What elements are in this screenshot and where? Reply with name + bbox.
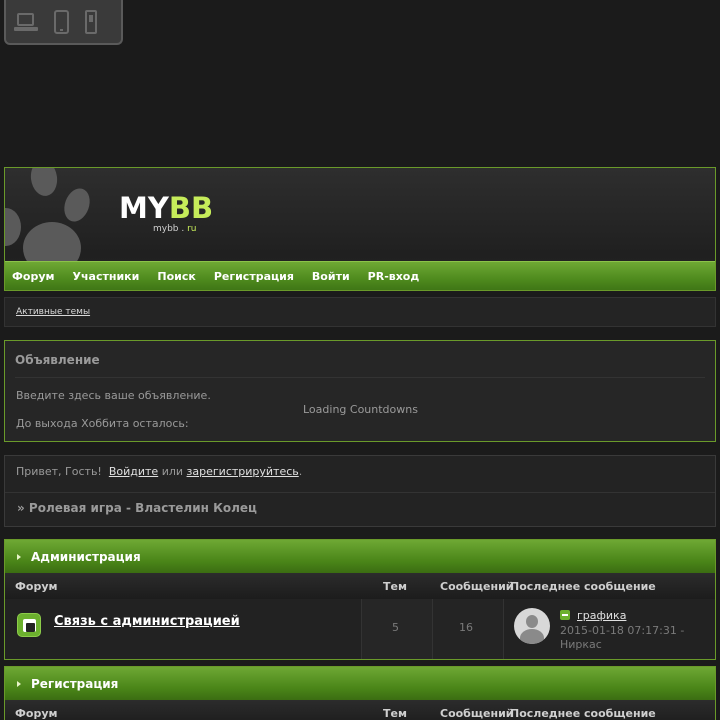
countdown-loading-text: Loading Countdowns <box>303 403 418 416</box>
countdown-label: До выхода Хоббита осталось: <box>16 417 189 430</box>
paw-print-logo-icon <box>5 168 115 261</box>
breadcrumb[interactable]: » Ролевая игра - Властелин Колец <box>17 501 257 515</box>
nav-forum[interactable]: Форум <box>12 270 55 283</box>
welcome-box: Привет, Гость! Войдите или зарегистрируй… <box>4 455 716 527</box>
posts-count: 16 <box>459 621 473 634</box>
nav-pr-login[interactable]: PR-вход <box>368 270 420 283</box>
nav-search[interactable]: Поиск <box>157 270 195 283</box>
logo-text-bb: BB <box>168 191 214 225</box>
logo-sub-site: mybb . <box>153 224 188 234</box>
main-nav: Форум Участники Поиск Регистрация Войти … <box>5 261 715 290</box>
column-last-post: Последнее сообщение <box>510 580 656 593</box>
topics-count: 5 <box>392 621 399 634</box>
phone-icon[interactable] <box>85 9 97 34</box>
column-headers: Форум Тем Сообщений Последнее сообщение <box>5 573 715 599</box>
announcement-box: Объявление Введите здесь ваше объявление… <box>4 340 716 442</box>
last-post-author: Ниркас <box>560 638 602 651</box>
column-posts: Сообщений <box>440 580 514 593</box>
nav-register[interactable]: Регистрация <box>214 270 294 283</box>
column-topics: Тем <box>383 580 407 593</box>
nav-login[interactable]: Войти <box>312 270 350 283</box>
column-headers: Форум Тем Сообщений Последнее сообщение <box>5 700 715 720</box>
last-post-date: 2015-01-18 07:17:31 - <box>560 624 685 637</box>
nav-members[interactable]: Участники <box>73 270 140 283</box>
avatar[interactable] <box>514 608 550 644</box>
site-header: MYBB mybb . ru Форум Участники Поиск Рег… <box>4 167 716 291</box>
greeting-text: Привет, Гость! <box>16 465 102 478</box>
welcome-line: Привет, Гость! Войдите или зарегистрируй… <box>16 465 302 478</box>
column-last-post: Последнее сообщение <box>510 707 656 720</box>
or-text: или <box>161 465 184 478</box>
collapse-arrow-icon[interactable] <box>17 553 21 560</box>
category-registration: Регистрация Форум Тем Сообщений Последне… <box>4 666 716 720</box>
announcement-title: Объявление <box>15 353 100 367</box>
category-administration: Администрация Форум Тем Сообщений Послед… <box>4 539 716 660</box>
forum-link[interactable]: Связь с администрацией <box>54 614 240 629</box>
category-title: Администрация <box>31 549 141 564</box>
category-header[interactable]: Регистрация <box>5 667 715 700</box>
register-link[interactable]: зарегистрируйтесь <box>187 465 299 478</box>
category-header[interactable]: Администрация <box>5 540 715 573</box>
device-switcher <box>4 0 123 45</box>
logo-text-my: MY <box>119 191 169 225</box>
column-topics: Тем <box>383 707 407 720</box>
period-text: . <box>298 465 303 478</box>
column-forum: Форум <box>15 580 58 593</box>
announcement-text: Введите здесь ваше объявление. <box>16 389 211 402</box>
laptop-icon[interactable] <box>14 11 38 33</box>
site-logo[interactable]: MYBB mybb . ru <box>119 191 214 235</box>
logo-sub-tld: ru <box>187 224 197 234</box>
last-post-link[interactable]: графика <box>577 609 626 622</box>
table-row: Связь с администрацией 5 16 графика 2015… <box>5 599 715 659</box>
last-post-icon <box>560 610 570 620</box>
divider <box>5 492 715 493</box>
column-posts: Сообщений <box>440 707 514 720</box>
active-topics-bar: Активные темы <box>4 297 716 327</box>
divider <box>15 377 705 378</box>
column-forum: Форум <box>15 707 58 720</box>
login-link[interactable]: Войдите <box>109 465 158 478</box>
collapse-arrow-icon[interactable] <box>17 680 21 687</box>
category-title: Регистрация <box>31 676 119 691</box>
active-topics-link[interactable]: Активные темы <box>16 307 90 317</box>
last-post-meta: 2015-01-18 07:17:31 - Ниркас <box>560 624 710 652</box>
tablet-icon[interactable] <box>54 9 69 34</box>
forum-status-icon <box>17 613 41 637</box>
